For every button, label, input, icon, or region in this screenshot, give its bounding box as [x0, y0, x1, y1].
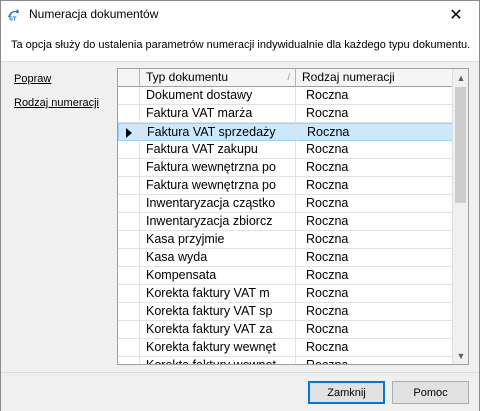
cell-document-type[interactable]: Korekta faktury wewnęt — [140, 357, 296, 364]
cell-document-type[interactable]: Faktura VAT sprzedaży — [141, 124, 297, 141]
cell-numbering-type[interactable]: Roczna — [296, 159, 453, 176]
cell-document-type[interactable]: Kasa przyjmie — [140, 231, 296, 248]
scroll-up-icon[interactable]: ▲ — [453, 69, 468, 86]
cell-numbering-type[interactable]: Roczna — [296, 339, 453, 356]
close-icon[interactable]: ✕ — [433, 1, 479, 29]
row-indicator[interactable] — [118, 105, 140, 122]
column-header-numbering-type[interactable]: Rodzaj numeracji — [296, 69, 453, 87]
cell-numbering-type[interactable]: Roczna — [296, 213, 453, 230]
sidebar-item-edit[interactable]: Popraw — [14, 73, 51, 85]
cell-numbering-type[interactable]: Roczna — [296, 87, 453, 104]
row-indicator[interactable] — [118, 213, 140, 230]
cell-document-type[interactable]: Kompensata — [140, 267, 296, 284]
cell-document-type[interactable]: Dokument dostawy — [140, 87, 296, 104]
table-row[interactable]: Kompensata Roczna — [118, 267, 453, 285]
cell-document-type[interactable]: Kasa wyda — [140, 249, 296, 266]
table-row[interactable]: Korekta faktury VAT za Roczna — [118, 321, 453, 339]
cell-document-type[interactable]: Faktura VAT zakupu — [140, 141, 296, 158]
table-row[interactable]: Kasa wyda Roczna — [118, 249, 453, 267]
table-row[interactable]: Faktura wewnętrzna po Roczna — [118, 177, 453, 195]
grid-header: Typ dokumentu / Rodzaj numeracji — [118, 69, 453, 87]
table-row[interactable]: Faktura VAT marża Roczna — [118, 105, 453, 123]
svg-text:GT: GT — [9, 17, 17, 22]
cell-numbering-type[interactable]: Roczna — [296, 303, 453, 320]
row-indicator[interactable] — [118, 321, 140, 338]
cell-numbering-type[interactable]: Roczna — [296, 105, 453, 122]
cell-document-type[interactable]: Inwentaryzacja zbiorcz — [140, 213, 296, 230]
cell-numbering-type[interactable]: Roczna — [296, 195, 453, 212]
row-indicator[interactable] — [118, 303, 140, 320]
cell-numbering-type[interactable]: Roczna — [296, 177, 453, 194]
vertical-scrollbar[interactable]: ▲ ▼ — [452, 69, 468, 364]
cell-document-type[interactable]: Korekta faktury VAT za — [140, 321, 296, 338]
dialog-window: GT Numeracja dokumentów ✕ Ta opcja służy… — [0, 0, 480, 411]
table-row[interactable]: Kasa przyjmie Roczna — [118, 231, 453, 249]
row-indicator[interactable] — [118, 267, 140, 284]
table-row[interactable]: Korekta faktury VAT m Roczna — [118, 285, 453, 303]
cell-numbering-type[interactable]: Roczna — [296, 321, 453, 338]
sort-icon: / — [287, 72, 290, 82]
table-row[interactable]: Inwentaryzacja zbiorcz Roczna — [118, 213, 453, 231]
document-types-grid[interactable]: Typ dokumentu / Rodzaj numeracji Dokumen… — [117, 68, 469, 365]
cell-numbering-type[interactable]: Roczna — [296, 231, 453, 248]
table-row[interactable]: Korekta faktury wewnęt Roczna — [118, 339, 453, 357]
cell-document-type[interactable]: Faktura VAT marża — [140, 105, 296, 122]
cell-numbering-type[interactable]: Roczna — [296, 357, 453, 364]
table-row[interactable]: Faktura wewnętrzna po Roczna — [118, 159, 453, 177]
current-row-arrow-icon — [126, 128, 132, 138]
cell-document-type[interactable]: Korekta faktury VAT sp — [140, 303, 296, 320]
table-row[interactable]: Faktura VAT sprzedaży Roczna — [118, 123, 454, 141]
column-header-document-type[interactable]: Typ dokumentu / — [140, 69, 296, 87]
table-row[interactable]: Korekta faktury VAT sp Roczna — [118, 303, 453, 321]
row-indicator[interactable] — [118, 339, 140, 356]
cell-document-type[interactable]: Inwentaryzacja cząstko — [140, 195, 296, 212]
cell-document-type[interactable]: Faktura wewnętrzna po — [140, 177, 296, 194]
column-header-numbering-type-label: Rodzaj numeracji — [302, 70, 395, 84]
row-indicator[interactable] — [118, 87, 140, 104]
cell-document-type[interactable]: Korekta faktury VAT m — [140, 285, 296, 302]
cell-numbering-type[interactable]: Roczna — [296, 141, 453, 158]
table-row[interactable]: Faktura VAT zakupu Roczna — [118, 141, 453, 159]
window-title: Numeracja dokumentów — [29, 7, 159, 21]
table-row[interactable]: Korekta faktury wewnęt Roczna — [118, 357, 453, 364]
row-indicator[interactable] — [118, 357, 140, 364]
cell-numbering-type[interactable]: Roczna — [296, 267, 453, 284]
table-row[interactable]: Inwentaryzacja cząstko Roczna — [118, 195, 453, 213]
row-indicator[interactable] — [118, 249, 140, 266]
row-indicator[interactable] — [118, 285, 140, 302]
row-indicator[interactable] — [118, 159, 140, 176]
column-header-document-type-label: Typ dokumentu — [146, 70, 229, 84]
cell-numbering-type[interactable]: Roczna — [297, 124, 454, 141]
close-button[interactable]: Zamknij — [308, 381, 385, 404]
row-indicator[interactable] — [118, 195, 140, 212]
row-indicator[interactable] — [118, 231, 140, 248]
title-bar[interactable]: GT Numeracja dokumentów ✕ — [1, 1, 479, 29]
scrollbar-thumb[interactable] — [455, 87, 466, 203]
cell-document-type[interactable]: Korekta faktury wewnęt — [140, 339, 296, 356]
cell-numbering-type[interactable]: Roczna — [296, 285, 453, 302]
cell-document-type[interactable]: Faktura wewnętrzna po — [140, 159, 296, 176]
row-indicator[interactable] — [119, 124, 141, 141]
header-indicator-cell — [118, 69, 140, 87]
row-indicator[interactable] — [118, 177, 140, 194]
cell-numbering-type[interactable]: Roczna — [296, 249, 453, 266]
help-button[interactable]: Pomoc — [392, 381, 469, 404]
scroll-down-icon[interactable]: ▼ — [453, 347, 468, 364]
sidebar-item-numbering-type[interactable]: Rodzaj numeracji — [14, 97, 99, 109]
info-text: Ta opcja służy do ustalenia parametrów n… — [11, 39, 471, 51]
info-panel: Ta opcja służy do ustalenia parametrów n… — [1, 29, 479, 62]
table-row[interactable]: Dokument dostawy Roczna — [118, 87, 453, 105]
app-logo-icon: GT — [8, 9, 19, 22]
row-indicator[interactable] — [118, 141, 140, 158]
